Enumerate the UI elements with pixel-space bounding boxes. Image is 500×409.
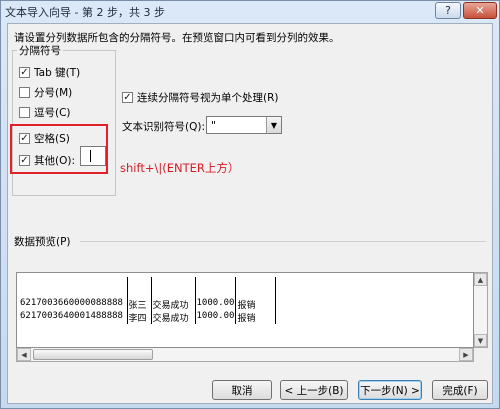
data-preview-pane[interactable]: 6217003660000088888 张三 交易成功 1000.00 报销 6… [16,272,474,348]
preview-cell: 交易成功 [151,298,196,311]
scroll-up-icon[interactable]: ▲ [474,273,487,286]
preview-cell: 交易成功 [151,311,196,324]
preview-cell [276,311,279,324]
preview-cell: 6217003660000088888 [19,298,128,311]
semicolon-checkbox[interactable]: 分号(M) [19,85,72,100]
preview-cell: 报销 [235,298,277,311]
data-preview-label: 数据预览(P) [14,236,71,248]
text-caret [90,150,91,162]
back-button[interactable]: < 上一步(B) [280,380,348,400]
other-delimiter-input[interactable] [80,146,106,166]
preview-horizontal-scrollbar[interactable]: ◀ ▶ [16,348,474,362]
title-bar[interactable]: 文本导入向导 - 第 2 步，共 3 步 ? ✕ [1,1,499,21]
consecutive-checkbox-box[interactable]: ✓ [122,92,133,103]
preview-cell [276,298,279,311]
table-row [19,277,278,298]
semicolon-checkbox-box[interactable] [19,87,30,98]
scroll-right-icon[interactable]: ▶ [459,348,473,361]
text-import-wizard-window: 文本导入向导 - 第 2 步，共 3 步 ? ✕ 请设置分列数据所包含的分隔符号… [0,0,500,409]
close-icon: ✕ [475,4,485,17]
dropdown-arrow-icon[interactable]: ▼ [266,117,281,133]
preview-cell [276,277,279,298]
preview-cell [235,277,277,298]
help-button[interactable]: ? [435,2,461,19]
preview-cell [151,277,196,298]
comma-checkbox-box[interactable] [19,107,30,118]
text-qualifier-label: 文本识别符号(Q): [122,121,205,133]
preview-cell: 张三 [127,298,152,311]
preview-cell [19,277,128,298]
next-button[interactable]: 下一步(N) > [358,380,422,400]
tab-checkbox-box[interactable]: ✓ [19,67,30,78]
preview-cell: 李四 [127,311,152,324]
consecutive-checkbox-label: 连续分隔符号视为单个处理(R) [137,92,279,104]
text-qualifier-select[interactable]: " ▼ [206,116,282,134]
tab-checkbox[interactable]: ✓ Tab 键(T) [19,65,80,80]
window-title: 文本导入向导 - 第 2 步，共 3 步 [5,6,165,19]
scroll-thumb[interactable] [33,349,153,360]
scroll-down-icon[interactable]: ▼ [474,334,487,347]
preview-cell: 6217003640001488888 [19,311,128,324]
check-icon: ✓ [123,91,132,103]
preview-table: 6217003660000088888 张三 交易成功 1000.00 报销 6… [19,277,278,324]
table-row: 6217003640001488888 李四 交易成功 1000.00 报销 [19,311,278,324]
preview-vertical-scrollbar[interactable]: ▲ ▼ [474,272,488,348]
text-qualifier-value: " [211,119,217,132]
cancel-button[interactable]: 取消 [212,380,272,400]
annotation-text: shift+\|(ENTER上方） [120,161,240,175]
delimiter-group-title: 分隔符号 [17,43,63,58]
help-icon: ? [445,4,451,17]
preview-cell [127,277,152,298]
dialog-client-area: 请设置分列数据所包含的分隔符号。在预览窗口内可看到分列的效果。 分隔符号 ✓ T… [7,23,493,404]
semicolon-checkbox-label: 分号(M) [34,87,73,99]
preview-cell: 报销 [235,311,277,324]
finish-button[interactable]: 完成(F) [432,380,488,400]
comma-checkbox-label: 逗号(C) [34,107,71,119]
check-icon: ✓ [20,66,29,78]
preview-cell: 1000.00 [195,311,237,324]
preview-cell [195,277,237,298]
tab-checkbox-label: Tab 键(T) [34,67,81,79]
comma-checkbox[interactable]: 逗号(C) [19,105,71,120]
preview-divider [80,241,486,242]
delimiter-group: 分隔符号 ✓ Tab 键(T) 分号(M) 逗号(C) ✓ 空格(S) ✓ 其他… [12,43,116,196]
close-button[interactable]: ✕ [463,2,497,19]
table-row: 6217003660000088888 张三 交易成功 1000.00 报销 [19,298,278,311]
preview-cell: 1000.00 [195,298,237,311]
scroll-left-icon[interactable]: ◀ [17,348,31,361]
consecutive-delimiter-checkbox[interactable]: ✓ 连续分隔符号视为单个处理(R) [122,90,279,105]
